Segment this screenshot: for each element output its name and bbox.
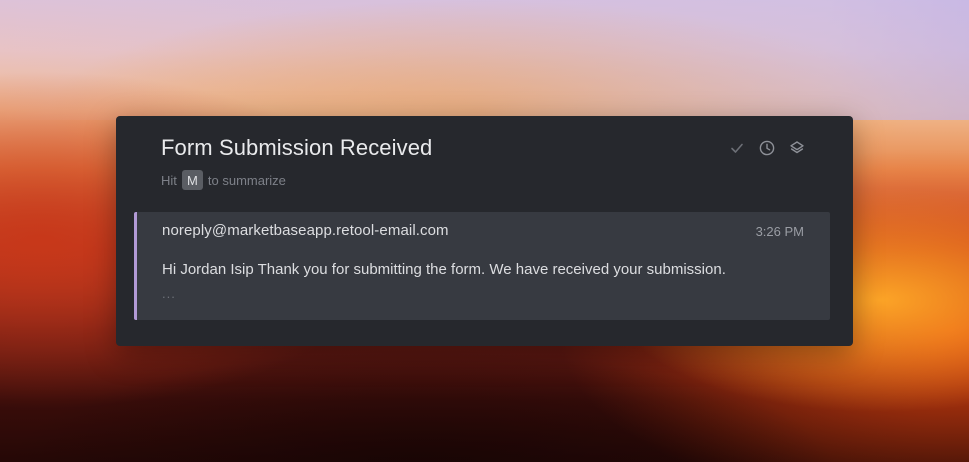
check-icon (731, 143, 743, 153)
message-preview: Hi Jordan Isip Thank you for submitting … (162, 261, 726, 278)
notification-panel: Form Submission Received Hit M to summar… (116, 116, 853, 346)
layers-icon (790, 141, 804, 154)
wallpaper-top-wash (0, 0, 969, 120)
sender-address: noreply@marketbaseapp.retool-email.com (162, 222, 449, 239)
hint-suffix: to summarize (207, 172, 286, 188)
notification-title: Form Submission Received (161, 135, 433, 160)
expand-message-ellipsis[interactable]: ... (162, 286, 176, 301)
mark-done-button[interactable] (728, 139, 746, 157)
summarize-key-badge[interactable]: M (181, 170, 203, 190)
notification-actions (728, 139, 806, 157)
email-message-card[interactable]: noreply@marketbaseapp.retool-email.com 3… (134, 212, 830, 320)
clock-icon (759, 140, 775, 156)
hint-prefix: Hit (161, 172, 177, 188)
archive-button[interactable] (788, 139, 806, 157)
message-time: 3:26 PM (755, 224, 804, 239)
snooze-button[interactable] (758, 139, 776, 157)
summarize-hint: Hit M to summarize (161, 170, 286, 190)
